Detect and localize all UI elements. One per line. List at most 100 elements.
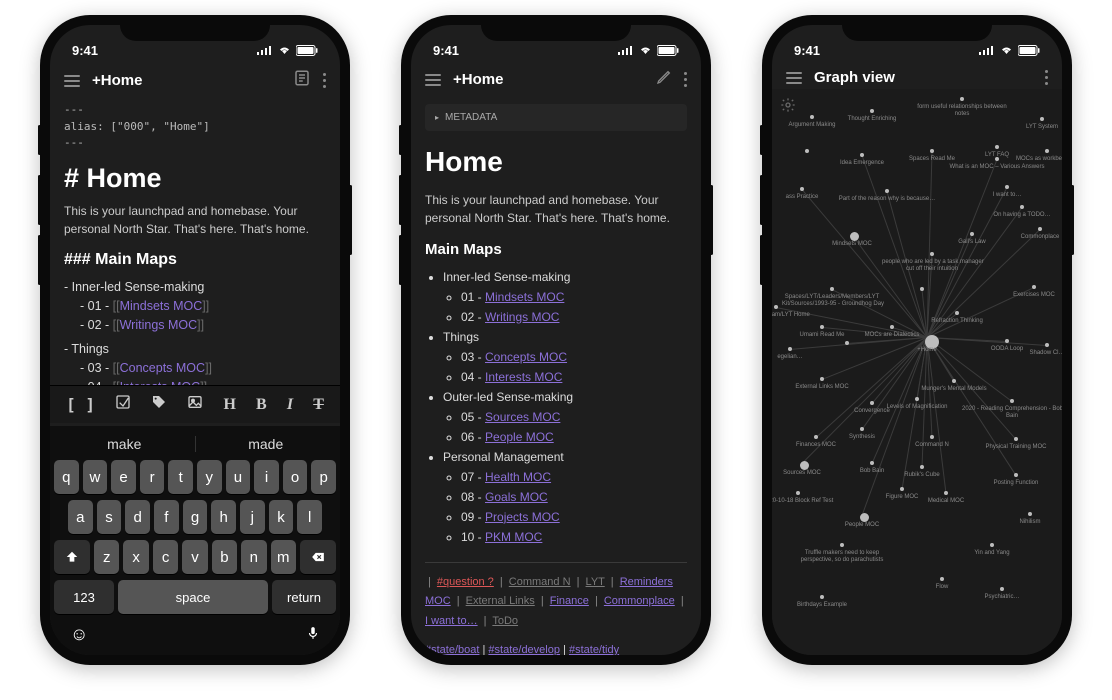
wikilink[interactable]: External Links: [466, 595, 535, 607]
wikilink[interactable]: LYT: [586, 576, 605, 588]
graph-node[interactable]: [870, 109, 874, 113]
metadata-block[interactable]: ▸ METADATA: [425, 104, 687, 131]
key-b[interactable]: b: [212, 540, 237, 574]
wikilink[interactable]: PKM MOC: [485, 530, 542, 544]
preview-body[interactable]: ▸ METADATA Home This is your launchpad a…: [411, 98, 701, 655]
heading-button[interactable]: H: [223, 396, 235, 414]
space-key[interactable]: space: [118, 580, 268, 614]
graph-node[interactable]: [830, 287, 834, 291]
key-z[interactable]: z: [94, 540, 119, 574]
graph-node[interactable]: [1028, 512, 1032, 516]
graph-node[interactable]: [1000, 587, 1004, 591]
key-p[interactable]: p: [311, 460, 336, 494]
graph-node[interactable]: [820, 377, 824, 381]
graph-node[interactable]: [970, 232, 974, 236]
key-d[interactable]: d: [125, 500, 150, 534]
graph-node[interactable]: [940, 577, 944, 581]
key-f[interactable]: f: [154, 500, 179, 534]
prediction[interactable]: make: [54, 436, 196, 452]
graph-node[interactable]: [995, 145, 999, 149]
wikilink[interactable]: Command N: [509, 576, 571, 588]
key-o[interactable]: o: [283, 460, 308, 494]
image-icon[interactable]: [187, 394, 203, 415]
key-i[interactable]: i: [254, 460, 279, 494]
key-g[interactable]: g: [183, 500, 208, 534]
wikilink[interactable]: Mindsets MOC: [485, 290, 564, 304]
graph-node[interactable]: [1038, 227, 1042, 231]
key-e[interactable]: e: [111, 460, 136, 494]
graph-node[interactable]: [920, 465, 924, 469]
graph-node[interactable]: [814, 435, 818, 439]
graph-node[interactable]: [885, 189, 889, 193]
graph-node[interactable]: [960, 97, 964, 101]
graph-node[interactable]: [774, 305, 778, 309]
tag-icon[interactable]: [151, 394, 167, 415]
menu-icon[interactable]: [425, 74, 441, 86]
key-v[interactable]: v: [182, 540, 207, 574]
graph-node[interactable]: [800, 461, 809, 470]
graph-node[interactable]: [930, 252, 934, 256]
graph-node[interactable]: [860, 427, 864, 431]
more-icon[interactable]: [1045, 70, 1048, 85]
tag-link[interactable]: #state/tidy: [569, 644, 619, 655]
wikilink[interactable]: Health MOC: [485, 470, 551, 484]
note-title[interactable]: +Home: [453, 71, 644, 88]
graph-node[interactable]: [1032, 285, 1036, 289]
more-icon[interactable]: [323, 73, 326, 88]
checkbox-icon[interactable]: [115, 394, 131, 415]
graph-node[interactable]: [845, 341, 849, 345]
emoji-key[interactable]: ☺: [70, 624, 88, 647]
bold-button[interactable]: B: [256, 396, 267, 414]
strike-button[interactable]: T: [313, 396, 324, 414]
graph-node[interactable]: [1045, 149, 1049, 153]
graph-canvas[interactable]: Argument MakingThought Enrichingform use…: [772, 89, 1062, 655]
edit-mode-icon[interactable]: [656, 69, 672, 90]
graph-node[interactable]: [788, 347, 792, 351]
numbers-key[interactable]: 123: [54, 580, 114, 614]
wikilink[interactable]: Finance: [550, 595, 589, 607]
tag-link[interactable]: #state/boat: [425, 644, 479, 655]
graph-node[interactable]: [1020, 205, 1024, 209]
graph-node[interactable]: [920, 287, 924, 291]
key-r[interactable]: r: [140, 460, 165, 494]
key-x[interactable]: x: [123, 540, 148, 574]
key-u[interactable]: u: [226, 460, 251, 494]
key-w[interactable]: w: [83, 460, 108, 494]
graph-node[interactable]: [990, 543, 994, 547]
key-c[interactable]: c: [153, 540, 178, 574]
graph-node[interactable]: [820, 325, 824, 329]
graph-node[interactable]: [890, 325, 894, 329]
key-t[interactable]: t: [168, 460, 193, 494]
key-k[interactable]: k: [269, 500, 294, 534]
wikilink[interactable]: ToDo: [492, 615, 518, 627]
prediction[interactable]: made: [196, 436, 337, 452]
graph-node[interactable]: [915, 397, 919, 401]
key-l[interactable]: l: [297, 500, 322, 534]
graph-node[interactable]: [805, 149, 809, 153]
graph-node[interactable]: [860, 513, 869, 522]
wikilink[interactable]: People MOC: [485, 430, 554, 444]
graph-node[interactable]: [800, 187, 804, 191]
shift-key[interactable]: [54, 540, 90, 574]
preview-mode-icon[interactable]: [293, 69, 311, 92]
wikilink[interactable]: Commonplace: [604, 595, 675, 607]
menu-icon[interactable]: [64, 75, 80, 87]
graph-node[interactable]: [870, 401, 874, 405]
graph-node[interactable]: [1014, 473, 1018, 477]
wikilink[interactable]: Writings MOC: [120, 318, 198, 332]
wikilink[interactable]: Writings MOC: [485, 310, 559, 324]
wikilink[interactable]: Concepts MOC: [485, 350, 567, 364]
key-q[interactable]: q: [54, 460, 79, 494]
graph-node[interactable]: [944, 491, 948, 495]
graph-node[interactable]: [930, 149, 934, 153]
key-h[interactable]: h: [211, 500, 236, 534]
tag-link[interactable]: #question ?: [437, 576, 494, 588]
italic-button[interactable]: I: [287, 396, 293, 414]
wikilink[interactable]: I want to…: [425, 615, 478, 627]
graph-node[interactable]: [1014, 437, 1018, 441]
graph-node[interactable]: [952, 379, 956, 383]
tag-link[interactable]: #state/develop: [488, 644, 560, 655]
graph-node[interactable]: [1010, 399, 1014, 403]
graph-node[interactable]: [900, 487, 904, 491]
graph-node[interactable]: [850, 232, 859, 241]
